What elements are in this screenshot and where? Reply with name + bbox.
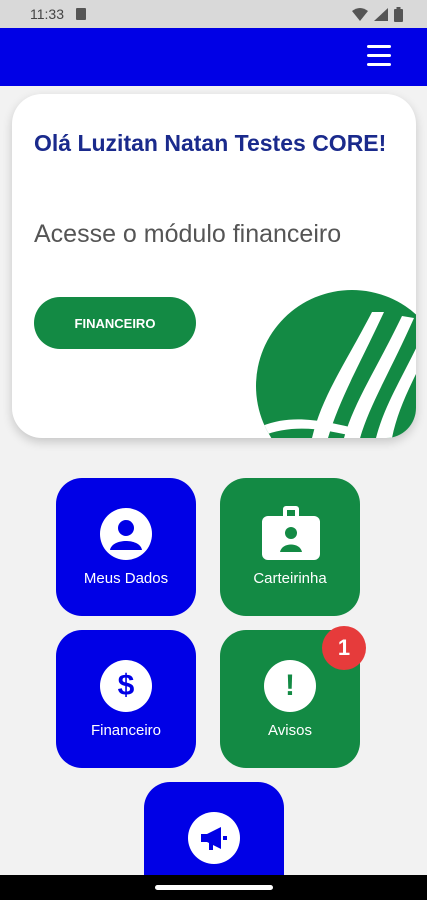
hamburger-menu-icon[interactable] (367, 45, 391, 67)
dollar-icon: $ (100, 660, 152, 712)
home-gesture-handle[interactable] (155, 885, 273, 890)
tile-label: Meus Dados (83, 570, 169, 587)
status-time: 11:33 (30, 6, 64, 22)
battery-icon (394, 7, 403, 22)
tile-label: Avisos (268, 722, 312, 739)
id-card-icon (262, 506, 320, 560)
user-icon (100, 508, 152, 560)
tile-label: Carteirinha (253, 570, 327, 587)
tile-meus-dados[interactable]: Meus Dados (56, 478, 196, 616)
wifi-icon (352, 8, 368, 21)
app-header (0, 28, 427, 86)
financial-subtitle: Acesse o módulo financeiro (34, 220, 342, 248)
brand-logo-icon (256, 290, 416, 438)
status-bar: 11:33 (0, 0, 427, 28)
exclamation-icon: ! (264, 660, 316, 712)
tile-carteirinha[interactable]: Carteirinha (220, 478, 360, 616)
sd-card-icon (76, 8, 86, 20)
megaphone-icon (188, 812, 240, 864)
greeting-title: Olá Luzitan Natan Testes CORE! (34, 130, 387, 156)
signal-icon (374, 8, 388, 21)
status-icons (352, 7, 403, 22)
tile-label: Financeiro (90, 722, 162, 739)
system-nav-bar (0, 875, 427, 900)
tile-financeiro[interactable]: $ Financeiro (56, 630, 196, 768)
tile-comunicados[interactable] (144, 782, 284, 878)
welcome-card: Olá Luzitan Natan Testes CORE! Acesse o … (12, 94, 416, 438)
financeiro-button[interactable]: FINANCEIRO (34, 297, 196, 349)
notification-badge: 1 (322, 626, 366, 670)
